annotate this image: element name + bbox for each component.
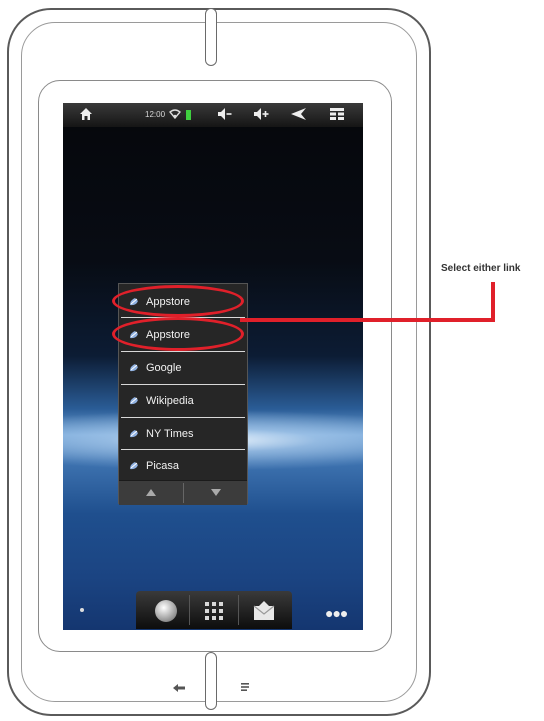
hardware-menu-icon[interactable] xyxy=(240,682,250,692)
page-up-arrow-icon[interactable] xyxy=(146,489,156,496)
highlight-oval-appstore-2 xyxy=(112,317,244,351)
volume-up-icon[interactable] xyxy=(252,107,270,121)
battery-icon xyxy=(186,110,191,120)
highlight-oval-appstore-1 xyxy=(112,285,244,317)
bookmark-icon xyxy=(130,429,138,437)
back-icon[interactable] xyxy=(290,107,308,121)
page-down-arrow-icon[interactable] xyxy=(211,489,221,496)
dock xyxy=(136,591,292,629)
email-icon[interactable] xyxy=(250,597,278,625)
callout-line-horizontal xyxy=(240,318,495,322)
divider xyxy=(183,483,184,503)
wifi-icon xyxy=(169,109,181,119)
bookmark-item-picasa[interactable]: Picasa xyxy=(119,450,247,481)
bookmark-icon xyxy=(130,396,138,404)
home-slot[interactable] xyxy=(205,652,217,710)
divider xyxy=(189,595,190,625)
volume-down-icon[interactable] xyxy=(216,107,232,121)
home-icon[interactable] xyxy=(79,107,93,121)
status-bar: 12:00 xyxy=(63,103,363,127)
divider xyxy=(238,595,239,625)
status-clock: 12:00 xyxy=(145,110,166,119)
more-options-icon[interactable]: ●●● xyxy=(325,605,348,621)
bookmark-item-wikipedia[interactable]: Wikipedia xyxy=(119,385,247,416)
menu-icon[interactable] xyxy=(329,107,345,121)
bookmark-label: Google xyxy=(146,361,182,374)
camera-slot xyxy=(205,8,217,66)
hardware-back-icon[interactable] xyxy=(172,683,186,693)
browser-icon[interactable] xyxy=(152,597,180,625)
callout-label: Select either link xyxy=(441,263,521,274)
tablet-screen: 12:00 Appstore Appstore Google Wikipedia… xyxy=(63,103,363,630)
bookmark-item-nytimes[interactable]: NY Times xyxy=(119,418,247,449)
bookmark-icon xyxy=(130,363,138,371)
bookmark-label: Picasa xyxy=(146,459,180,472)
bookmark-label: NY Times xyxy=(146,427,194,440)
page-indicator-dot xyxy=(80,608,84,612)
bookmark-item-google[interactable]: Google xyxy=(119,352,247,383)
callout-line-vertical xyxy=(491,282,495,322)
app-drawer-icon[interactable] xyxy=(200,597,228,625)
bookmark-icon xyxy=(130,461,138,469)
bookmark-label: Wikipedia xyxy=(146,394,194,407)
bookmarks-nav xyxy=(119,480,247,505)
